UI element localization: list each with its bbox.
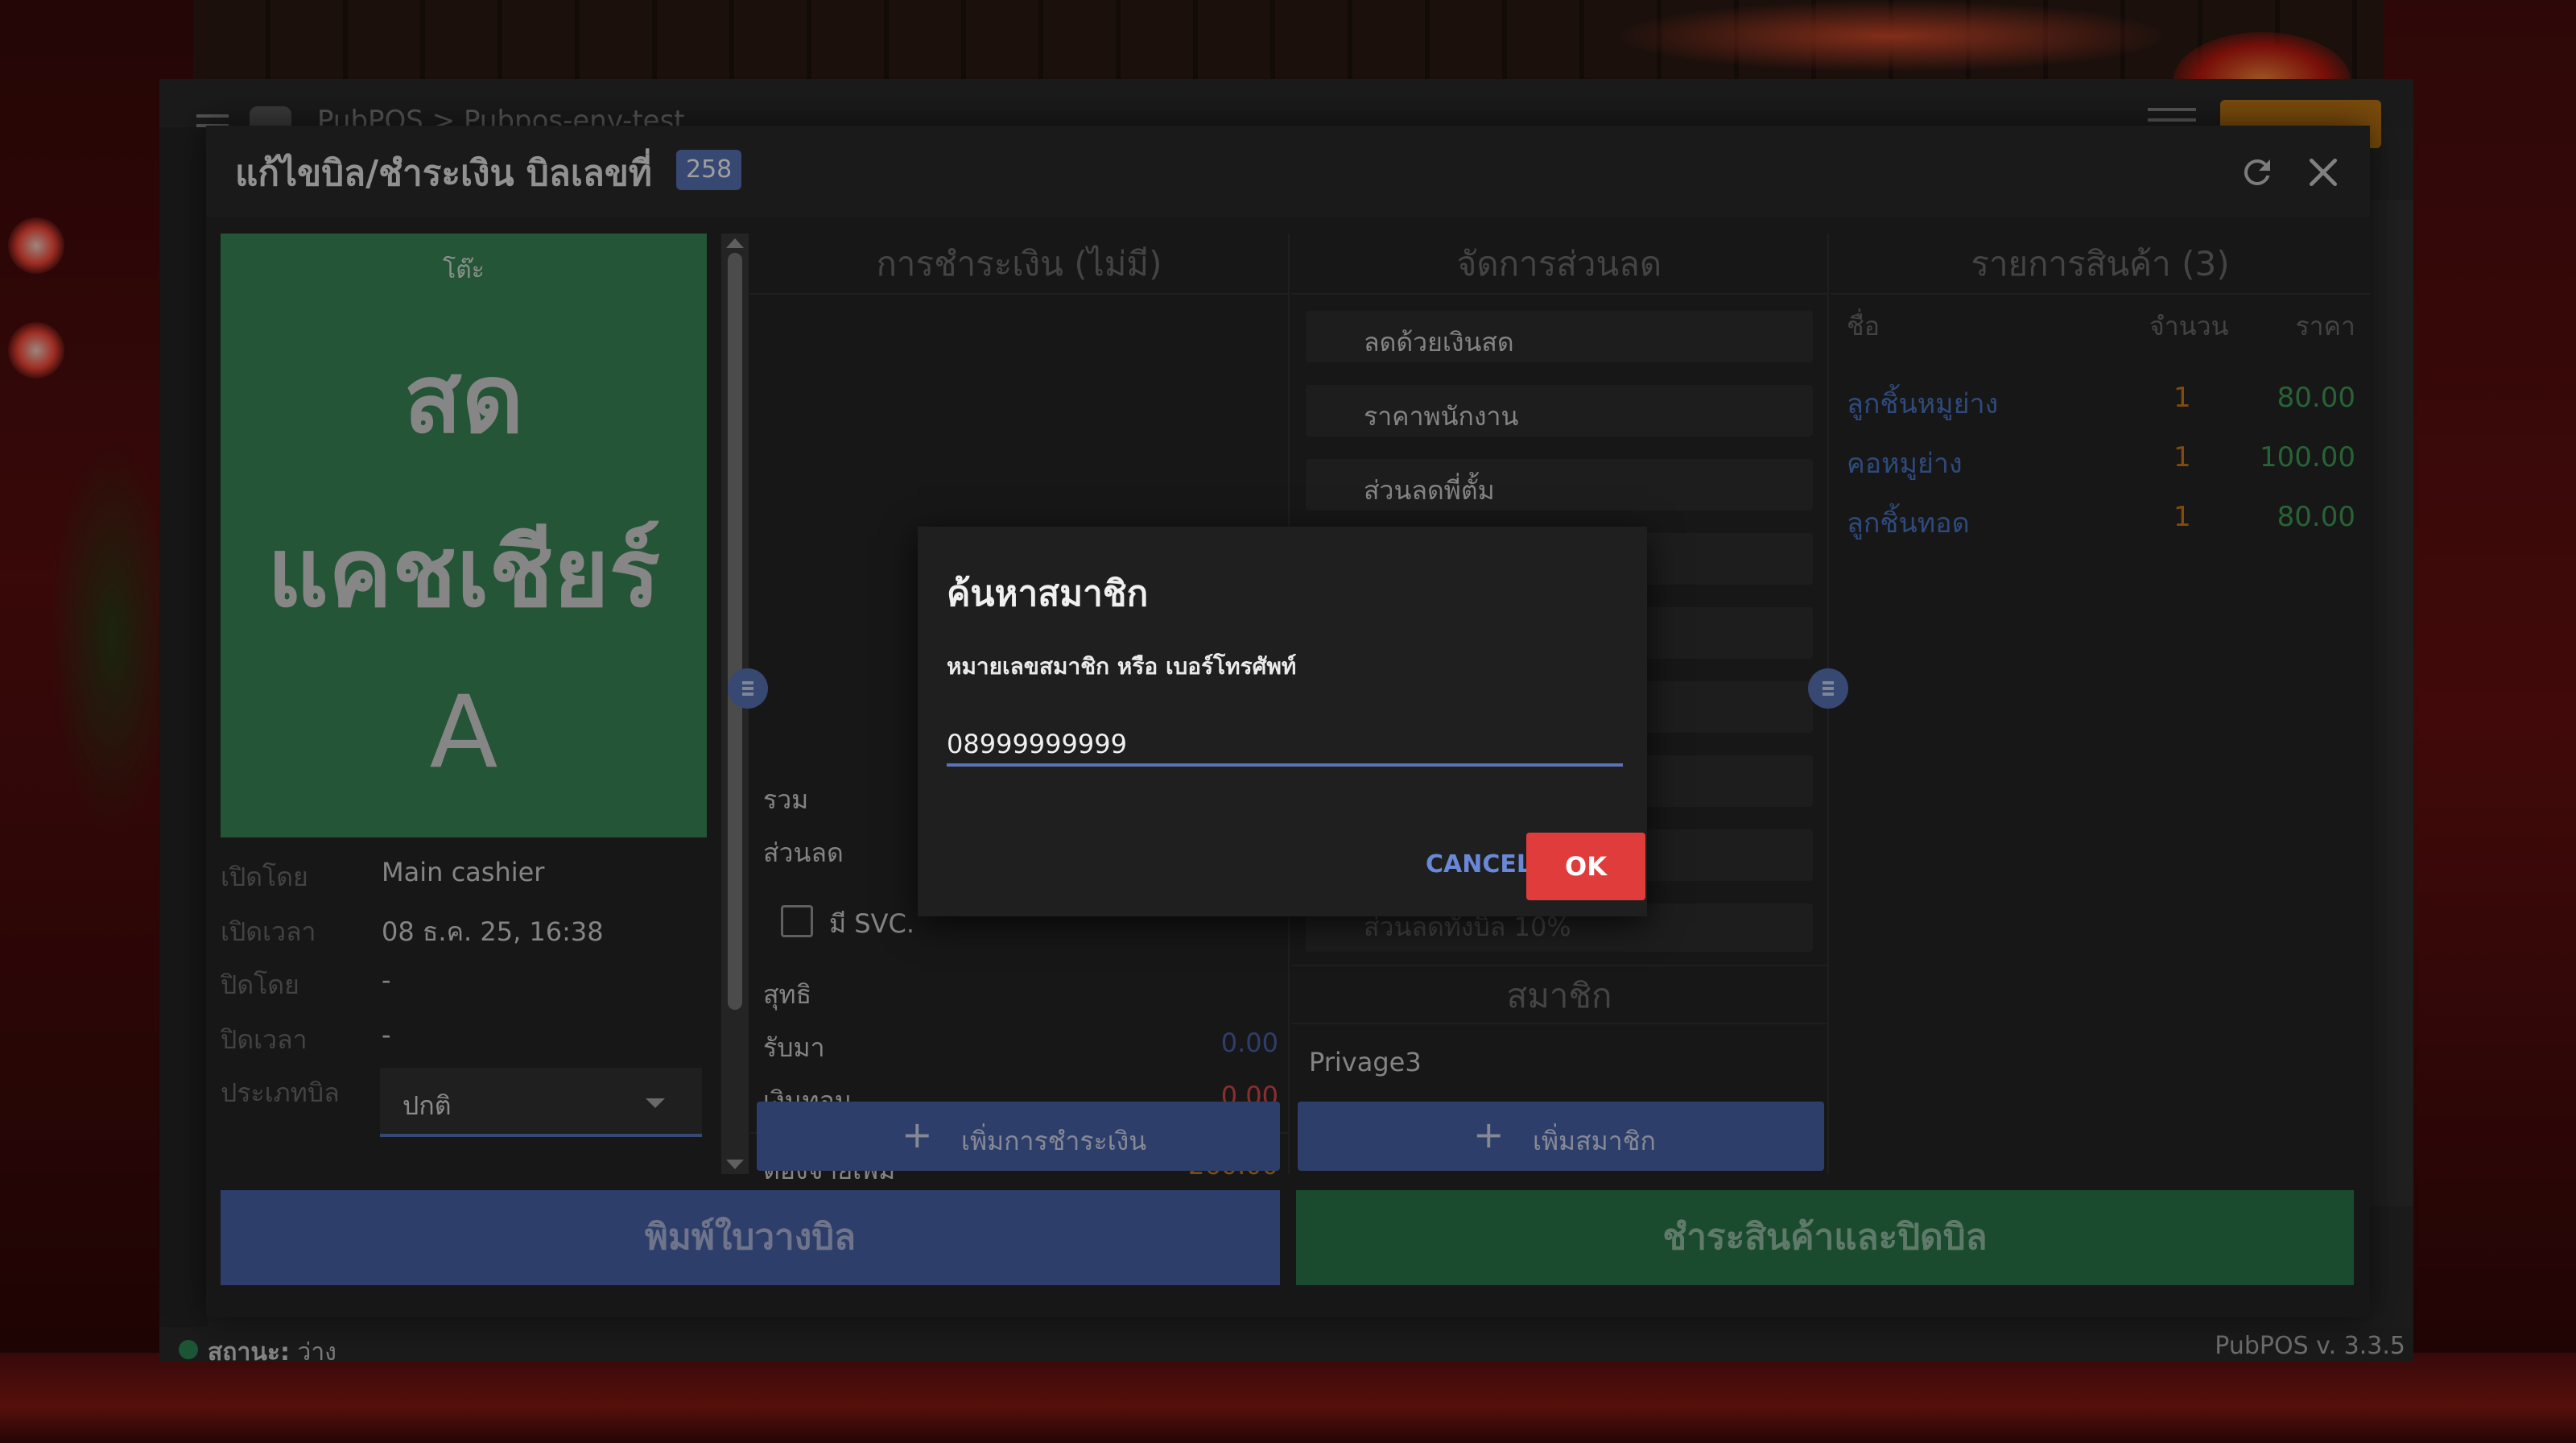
member-search-modal: ค้นหาสมาชิก หมายเลขสมาชิก หรือ เบอร์โทรศ… [918, 527, 1647, 916]
member-search-input[interactable] [947, 725, 1623, 767]
member-field-label: หมายเลขสมาชิก หรือ เบอร์โทรศัพท์ [947, 653, 1297, 680]
ok-button[interactable]: OK [1526, 833, 1645, 900]
modal-title: ค้นหาสมาชิก [947, 573, 1149, 614]
